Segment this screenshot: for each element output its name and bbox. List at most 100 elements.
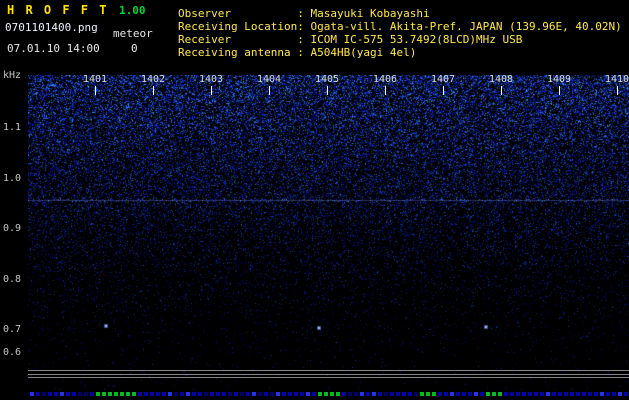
dash-mark-blue — [246, 392, 250, 396]
dash-mark-green — [336, 392, 340, 396]
time-tick-label: 1404 — [257, 74, 281, 85]
dash-mark-blue — [546, 392, 550, 396]
app-title: H R O F F T — [7, 3, 108, 17]
dash-mark-blue — [522, 392, 526, 396]
dash-mark-green — [492, 392, 496, 396]
dash-mark-blue — [294, 392, 298, 396]
time-tick-mark — [327, 86, 328, 95]
dash-mark-blue — [600, 392, 604, 396]
dash-mark-blue — [90, 392, 94, 396]
dash-mark-blue — [474, 392, 478, 396]
time-tick-mark — [559, 86, 560, 95]
frequency-tick-label: 0.9 — [3, 223, 21, 234]
dash-mark-blue — [216, 392, 220, 396]
app-version: 1.00 — [119, 4, 146, 17]
dash-mark-blue — [444, 392, 448, 396]
dash-mark-blue — [300, 392, 304, 396]
time-tick-label: 1401 — [83, 74, 107, 85]
dash-mark-blue — [342, 392, 346, 396]
dash-mark-blue — [312, 392, 316, 396]
mode-label: meteor — [113, 27, 153, 40]
dash-mark-blue — [576, 392, 580, 396]
output-filename: 0701101400.png — [5, 21, 98, 34]
station-info-row: Receiver : ICOM IC-575 53.7492(8LCD)MHz … — [178, 33, 622, 46]
dash-mark-blue — [624, 392, 628, 396]
dash-mark-blue — [252, 392, 256, 396]
datetime-label: 07.01.10 14:00 — [7, 42, 100, 55]
dash-mark-blue — [480, 392, 484, 396]
dash-mark-blue — [240, 392, 244, 396]
dash-mark-blue — [408, 392, 412, 396]
dash-mark-green — [426, 392, 430, 396]
dash-mark-green — [486, 392, 490, 396]
station-info: Observer : Masayuki KobayashiReceiving L… — [178, 7, 622, 59]
time-tick-label: 1406 — [373, 74, 397, 85]
level-reference-line — [28, 374, 629, 375]
station-info-row: Receiving Location: Ogata-vill. Akita-Pr… — [178, 20, 622, 33]
dash-mark-blue — [48, 392, 52, 396]
frequency-tick-label: kHz — [3, 70, 21, 81]
dash-mark-blue — [402, 392, 406, 396]
dash-mark-blue — [588, 392, 592, 396]
frequency-tick-label: 1.1 — [3, 122, 21, 133]
frequency-tick-label: 0.8 — [3, 274, 21, 285]
dash-mark-blue — [612, 392, 616, 396]
time-tick-mark — [385, 86, 386, 95]
dash-mark-blue — [222, 392, 226, 396]
dash-mark-green — [102, 392, 106, 396]
dash-mark-blue — [540, 392, 544, 396]
time-tick-mark — [153, 86, 154, 95]
dash-mark-green — [126, 392, 130, 396]
dash-mark-blue — [66, 392, 70, 396]
dash-mark-green — [432, 392, 436, 396]
dash-mark-blue — [168, 392, 172, 396]
status-dash-row — [0, 392, 629, 397]
dash-mark-blue — [582, 392, 586, 396]
dash-mark-blue — [618, 392, 622, 396]
dash-mark-blue — [552, 392, 556, 396]
dash-mark-blue — [36, 392, 40, 396]
dash-mark-blue — [264, 392, 268, 396]
dash-mark-blue — [192, 392, 196, 396]
spectrogram-canvas — [28, 75, 629, 390]
dash-mark-blue — [516, 392, 520, 396]
dash-mark-blue — [156, 392, 160, 396]
time-tick-mark — [443, 86, 444, 95]
dash-mark-blue — [438, 392, 442, 396]
dash-mark-blue — [384, 392, 388, 396]
level-reference-line — [28, 377, 629, 378]
dash-mark-blue — [84, 392, 88, 396]
dash-mark-blue — [276, 392, 280, 396]
dash-mark-green — [324, 392, 328, 396]
dash-mark-blue — [78, 392, 82, 396]
dash-mark-blue — [510, 392, 514, 396]
dash-mark-blue — [30, 392, 34, 396]
time-tick-label: 1403 — [199, 74, 223, 85]
time-tick-label: 1410 — [605, 74, 629, 85]
dash-mark-blue — [462, 392, 466, 396]
dash-mark-blue — [570, 392, 574, 396]
station-info-row: Observer : Masayuki Kobayashi — [178, 7, 622, 20]
dash-mark-blue — [42, 392, 46, 396]
dash-mark-blue — [468, 392, 472, 396]
dash-mark-blue — [534, 392, 538, 396]
dash-mark-green — [318, 392, 322, 396]
dash-mark-blue — [372, 392, 376, 396]
dash-mark-blue — [564, 392, 568, 396]
dash-mark-green — [114, 392, 118, 396]
dash-mark-blue — [162, 392, 166, 396]
dash-mark-blue — [414, 392, 418, 396]
dash-mark-blue — [306, 392, 310, 396]
dash-mark-blue — [270, 392, 274, 396]
dash-mark-blue — [354, 392, 358, 396]
time-tick-label: 1409 — [547, 74, 571, 85]
station-info-row: Receiving antenna : A504HB(yagi 4el) — [178, 46, 622, 59]
dash-mark-green — [96, 392, 100, 396]
time-tick-label: 1408 — [489, 74, 513, 85]
dash-mark-blue — [72, 392, 76, 396]
dash-mark-blue — [174, 392, 178, 396]
dash-mark-blue — [282, 392, 286, 396]
dash-mark-blue — [366, 392, 370, 396]
dash-mark-green — [330, 392, 334, 396]
time-tick-label: 1407 — [431, 74, 455, 85]
